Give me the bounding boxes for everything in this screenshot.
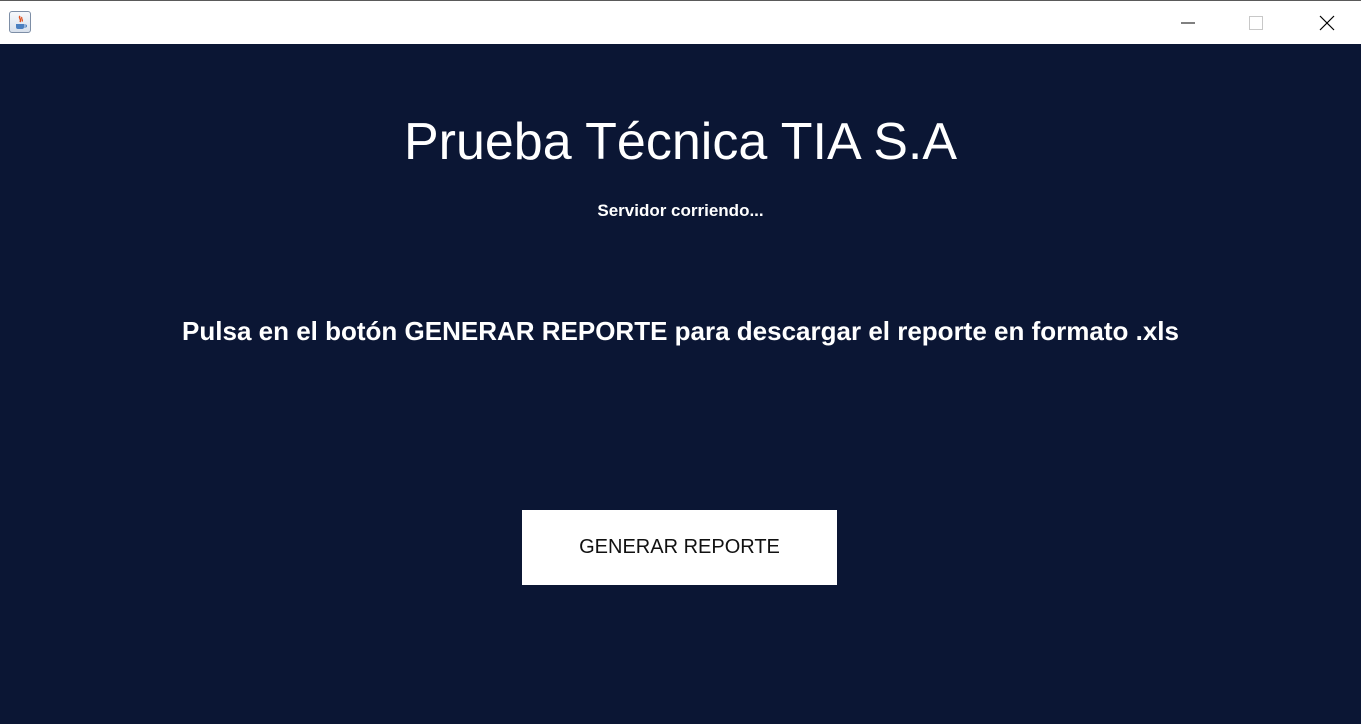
instruction-text: Pulsa en el botón GENERAR REPORTE para d… xyxy=(182,316,1179,346)
maximize-icon xyxy=(1249,15,1263,30)
main-panel: Prueba Técnica TIA S.A Servidor corriend… xyxy=(0,44,1361,724)
close-button[interactable] xyxy=(1293,1,1361,44)
app-window: Prueba Técnica TIA S.A Servidor corriend… xyxy=(0,0,1361,724)
page-title: Prueba Técnica TIA S.A xyxy=(403,113,958,171)
java-cup-icon[interactable] xyxy=(9,11,31,33)
title-bar[interactable] xyxy=(0,0,1361,44)
close-icon xyxy=(1319,15,1335,30)
minimize-button[interactable] xyxy=(1154,1,1222,44)
generate-report-button[interactable]: GENERAR REPORTE xyxy=(522,510,837,585)
server-status-label: Servidor corriendo... xyxy=(597,201,764,220)
maximize-button[interactable] xyxy=(1222,1,1290,44)
minimize-icon xyxy=(1181,22,1195,23)
